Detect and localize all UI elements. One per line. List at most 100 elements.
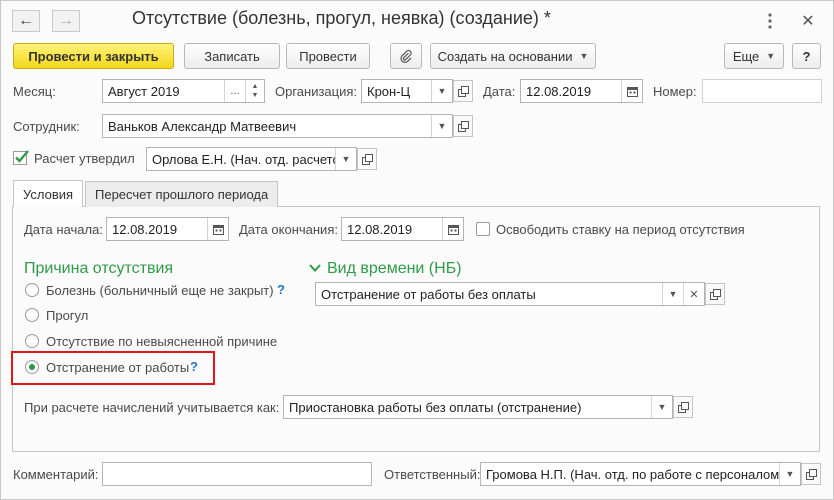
open-form-icon: [361, 153, 373, 165]
time-type-value: Отстранение от работы без оплаты: [321, 286, 536, 302]
reason-radio-sick[interactable]: [25, 283, 39, 297]
start-date-field[interactable]: 12.08.2019: [106, 217, 229, 241]
help-link-suspension[interactable]: ?: [190, 359, 198, 374]
employee-value: Ваньков Александр Матвеевич: [108, 118, 297, 134]
help-link-sick[interactable]: ?: [277, 282, 285, 297]
approver-value: Орлова Е.Н. (Нач. отд. расчетов: [152, 151, 335, 167]
calendar-icon: [447, 224, 459, 235]
calc-as-value: Приостановка работы без оплаты (отстране…: [289, 399, 582, 415]
end-date-field[interactable]: 12.08.2019: [341, 217, 464, 241]
calendar-icon: [212, 224, 224, 235]
month-spinner[interactable]: ▲ ▼: [245, 80, 264, 102]
reason-radio-truancy[interactable]: [25, 308, 39, 322]
end-calendar-button[interactable]: [442, 218, 463, 240]
calc-as-field[interactable]: Приостановка работы без оплаты (отстране…: [283, 395, 673, 419]
organization-value: Крон-Ц: [367, 83, 411, 99]
employee-field[interactable]: Ваньков Александр Матвеевич ▼: [102, 114, 453, 138]
spin-up-icon: ▲: [251, 83, 259, 90]
create-based-on-button[interactable]: Создать на основании ▼: [430, 43, 596, 69]
time-type-open-button[interactable]: [705, 283, 725, 305]
approved-checkbox[interactable]: [13, 150, 29, 165]
organization-field[interactable]: Крон-Ц ▼: [361, 79, 453, 103]
responsible-value: Громова Н.П. (Нач. отд. по работе с перс…: [486, 466, 779, 482]
create-based-on-label: Создать на основании: [437, 48, 573, 64]
calendar-icon: [626, 86, 638, 97]
spin-down-icon: ▼: [251, 92, 259, 99]
calc-as-dropdown[interactable]: ▼: [651, 396, 672, 418]
approved-label: Расчет утвердил: [34, 151, 135, 166]
open-form-icon: [457, 85, 469, 97]
more-menu-label: Еще: [732, 48, 760, 64]
reason-radio-unknown[interactable]: [25, 334, 39, 348]
open-form-icon: [709, 288, 721, 300]
tab-recalculation[interactable]: Пересчет прошлого периода: [85, 181, 279, 207]
responsible-dropdown[interactable]: ▼: [779, 463, 800, 485]
more-menu-button[interactable]: Еще ▼: [724, 43, 784, 69]
month-label: Месяц:: [13, 84, 56, 99]
reason-label-sick: Болезнь (больничный еще не закрыт): [46, 283, 274, 298]
attach-button[interactable]: [390, 43, 422, 69]
open-form-icon: [677, 401, 689, 413]
month-field[interactable]: Август 2019 ... ▲ ▼: [102, 79, 265, 103]
organization-label: Организация:: [275, 84, 358, 99]
comment-label: Комментарий:: [13, 467, 99, 482]
responsible-label: Ответственный:: [384, 467, 481, 482]
approver-dropdown[interactable]: ▼: [335, 148, 356, 170]
arrow-left-icon: ←: [18, 12, 34, 29]
post-and-close-button[interactable]: Провести и закрыть: [13, 43, 174, 69]
approver-field[interactable]: Орлова Е.Н. (Нач. отд. расчетов ▼: [146, 147, 357, 171]
time-type-dropdown[interactable]: ▼: [662, 283, 683, 305]
checkmark-icon: [13, 150, 29, 165]
tab-conditions[interactable]: Условия: [13, 180, 84, 207]
window-title: Отсутствие (болезнь, прогул, неявка) (со…: [132, 8, 551, 28]
calendar-button[interactable]: [621, 80, 642, 102]
date-field[interactable]: 12.08.2019: [520, 79, 643, 103]
reason-label-unknown: Отсутствие по невыясненной причине: [46, 334, 278, 349]
reason-label-suspension: Отстранение от работы: [46, 360, 190, 375]
organization-open-button[interactable]: [453, 80, 473, 102]
employee-open-button[interactable]: [453, 115, 473, 137]
end-date-value: 12.08.2019: [347, 221, 413, 237]
employee-dropdown[interactable]: ▼: [431, 115, 452, 137]
paperclip-icon: [400, 49, 412, 63]
start-date-value: 12.08.2019: [112, 221, 178, 237]
employee-label: Сотрудник:: [13, 119, 80, 134]
time-type-clear-button[interactable]: ✕: [683, 283, 704, 305]
open-form-icon: [457, 120, 469, 132]
reason-radio-suspension[interactable]: [25, 360, 39, 374]
start-calendar-button[interactable]: [207, 218, 228, 240]
approver-open-button[interactable]: [357, 148, 377, 170]
organization-dropdown[interactable]: ▼: [431, 80, 452, 102]
dropdown-arrow-icon: ▼: [766, 51, 776, 61]
post-button[interactable]: Провести: [286, 43, 370, 69]
forward-button[interactable]: →: [52, 10, 80, 32]
open-form-icon: [805, 468, 817, 480]
chevron-down-icon: [309, 264, 321, 272]
release-rate-checkbox[interactable]: [476, 222, 490, 236]
month-value: Август 2019: [108, 83, 180, 99]
reason-section-title: Причина отсутствия: [24, 260, 174, 277]
kebab-menu-icon: [768, 13, 772, 29]
calc-as-open-button[interactable]: [673, 396, 693, 418]
date-label: Дата:: [483, 84, 516, 99]
more-options-button[interactable]: [760, 11, 780, 31]
comment-field[interactable]: [102, 462, 372, 486]
calc-as-label: При расчете начислений учитывается как:: [24, 400, 280, 415]
number-field[interactable]: [702, 79, 822, 103]
date-value: 12.08.2019: [526, 83, 592, 99]
month-select-button[interactable]: ...: [224, 80, 245, 102]
responsible-open-button[interactable]: [801, 463, 821, 485]
help-button[interactable]: ?: [792, 43, 821, 69]
time-type-section-title: Вид времени (НБ): [327, 260, 462, 277]
arrow-right-icon: →: [58, 12, 74, 29]
back-button[interactable]: ←: [12, 10, 40, 32]
number-label: Номер:: [653, 84, 697, 99]
release-rate-label: Освободить ставку на период отсутствия: [496, 222, 745, 237]
save-button[interactable]: Записать: [184, 43, 280, 69]
collapse-toggle[interactable]: [309, 261, 323, 275]
responsible-field[interactable]: Громова Н.П. (Нач. отд. по работе с перс…: [480, 462, 801, 486]
end-date-label: Дата окончания:: [239, 222, 338, 237]
close-button[interactable]: ✕: [798, 11, 818, 31]
reason-label-truancy: Прогул: [46, 308, 89, 323]
time-type-field[interactable]: Отстранение от работы без оплаты ▼ ✕: [315, 282, 705, 306]
